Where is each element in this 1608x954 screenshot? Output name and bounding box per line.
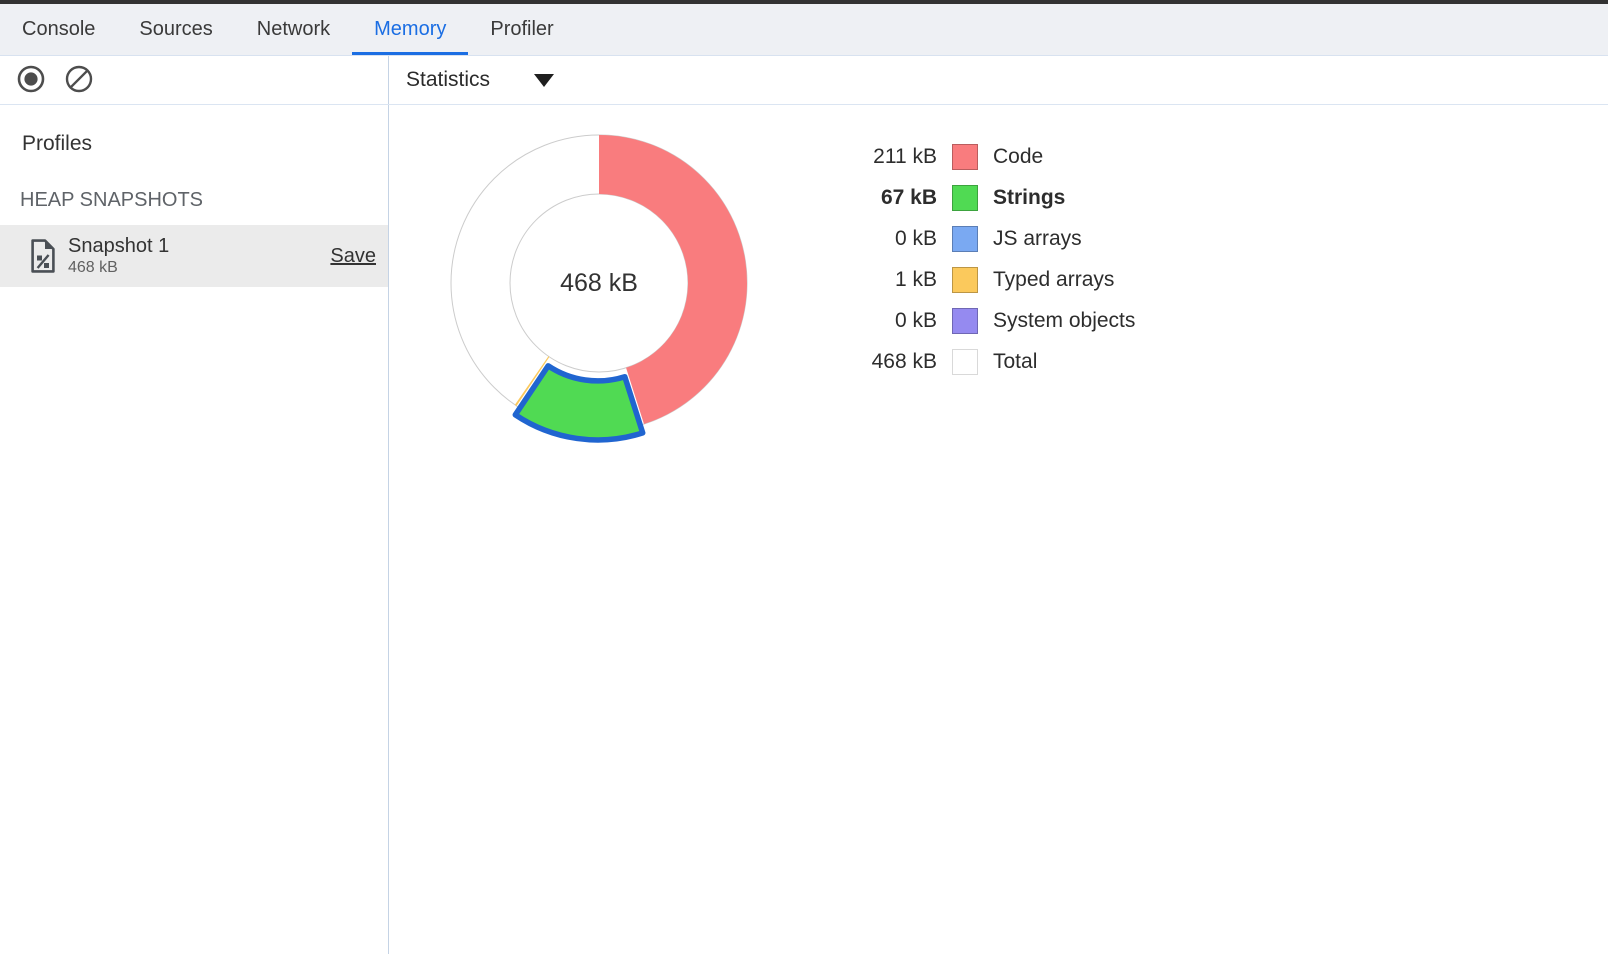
chevron-down-icon xyxy=(534,74,554,87)
legend-value: 1 kB xyxy=(849,268,937,292)
legend-row-js-arrays[interactable]: 0 kB JS arrays xyxy=(849,218,1135,259)
legend-swatch-js-arrays xyxy=(952,226,978,252)
heap-snapshot-item[interactable]: Snapshot 1 468 kB Save xyxy=(0,225,388,287)
legend-row-total[interactable]: 468 kB Total xyxy=(849,341,1135,382)
legend-value: 67 kB xyxy=(849,186,937,210)
legend-swatch-code xyxy=(952,144,978,170)
legend-row-typed-arrays[interactable]: 1 kB Typed arrays xyxy=(849,259,1135,300)
donut-center-total: 468 kB xyxy=(560,269,638,297)
legend-label: Total xyxy=(993,350,1135,374)
heap-snapshots-section-heading: HEAP SNAPSHOTS xyxy=(20,189,388,212)
legend-row-code[interactable]: 211 kB Code xyxy=(849,136,1135,177)
chart-legend: 211 kB Code 67 kB Strings 0 kB JS arrays 1 kB T… xyxy=(849,136,1135,382)
legend-swatch-total xyxy=(952,349,978,375)
view-mode-label: Statistics xyxy=(406,68,490,92)
heap-usage-donut-chart: 468 kB xyxy=(439,123,759,443)
devtools-tab-bar: Console Sources Network Memory Profiler xyxy=(0,4,1608,56)
record-icon xyxy=(16,64,46,97)
view-mode-dropdown[interactable]: Statistics xyxy=(406,68,554,92)
statistics-view: 468 kB 211 kB Code 67 kB Strings 0 kB JS arra… xyxy=(389,105,1608,954)
heap-snapshot-document-icon xyxy=(29,239,57,273)
legend-swatch-strings xyxy=(952,185,978,211)
legend-row-system-objects[interactable]: 0 kB System objects xyxy=(849,300,1135,341)
legend-label: Code xyxy=(993,145,1135,169)
tab-profiler[interactable]: Profiler xyxy=(468,4,575,55)
save-link[interactable]: Save xyxy=(330,245,376,268)
legend-label: System objects xyxy=(993,309,1135,333)
clear-profiles-button[interactable] xyxy=(64,64,94,97)
legend-label: Typed arrays xyxy=(993,268,1135,292)
tab-memory[interactable]: Memory xyxy=(352,4,468,55)
tab-console[interactable]: Console xyxy=(0,4,117,55)
profiler-controls xyxy=(0,56,389,104)
legend-value: 468 kB xyxy=(849,350,937,374)
legend-label: JS arrays xyxy=(993,227,1135,251)
snapshot-size: 468 kB xyxy=(68,259,330,277)
tab-sources[interactable]: Sources xyxy=(117,4,234,55)
snapshot-title: Snapshot 1 xyxy=(68,235,330,258)
legend-swatch-typed-arrays xyxy=(952,267,978,293)
legend-label: Strings xyxy=(993,186,1135,210)
record-heap-snapshot-button[interactable] xyxy=(16,64,46,97)
legend-swatch-system-objects xyxy=(952,308,978,334)
profiles-sidebar: Profiles HEAP SNAPSHOTS Snapshot 1 468 k… xyxy=(0,105,389,954)
view-toolbar: Statistics xyxy=(389,56,1608,104)
snapshot-text: Snapshot 1 468 kB xyxy=(68,235,330,277)
legend-row-strings[interactable]: 67 kB Strings xyxy=(849,177,1135,218)
clear-icon xyxy=(64,64,94,97)
panel-content: Profiles HEAP SNAPSHOTS Snapshot 1 468 k… xyxy=(0,105,1608,954)
profiles-heading: Profiles xyxy=(22,132,388,156)
memory-toolbar: Statistics xyxy=(0,56,1608,105)
legend-value: 0 kB xyxy=(849,309,937,333)
tab-network[interactable]: Network xyxy=(235,4,352,55)
legend-value: 211 kB xyxy=(849,145,937,169)
legend-value: 0 kB xyxy=(849,227,937,251)
